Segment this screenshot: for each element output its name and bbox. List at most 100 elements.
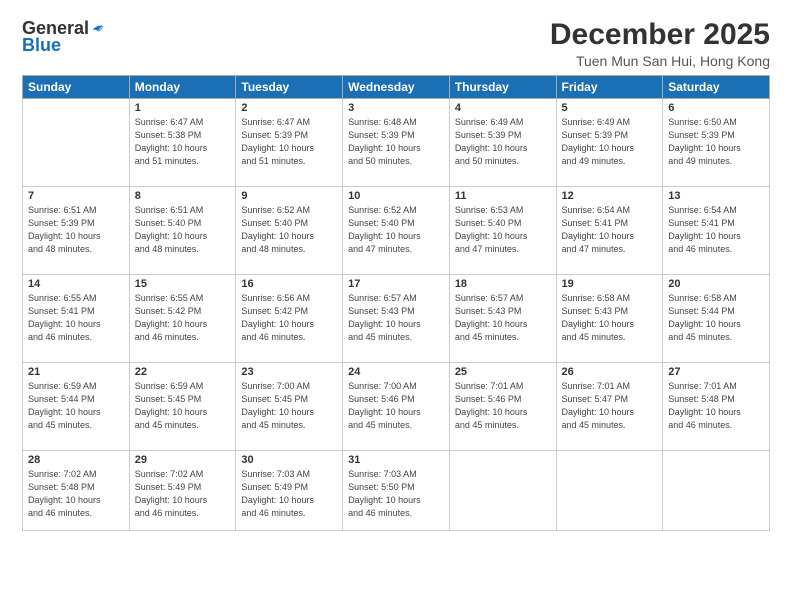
daylight-text-2: and 46 minutes. [241, 331, 337, 344]
day-info: Sunrise: 6:53 AMSunset: 5:40 PMDaylight:… [455, 204, 551, 256]
sunset-text: Sunset: 5:39 PM [348, 129, 444, 142]
table-row: 18 Sunrise: 6:57 AMSunset: 5:43 PMDayligh… [449, 275, 556, 363]
day-number: 27 [668, 366, 764, 378]
table-row: 29Sunrise: 7:02 AMSunset: 5:49 PMDayligh… [129, 451, 236, 531]
sunset-text: Sunset: 5:43 PM [562, 305, 658, 318]
day-info: Sunrise: 6:59 AMSunset: 5:45 PMDaylight:… [135, 380, 231, 432]
day-number: 18 [455, 278, 551, 290]
day-info: Sunrise: 7:03 AMSunset: 5:49 PMDaylight:… [241, 468, 337, 520]
daylight-text: Daylight: 10 hours [668, 230, 764, 243]
day-info: Sunrise: 7:01 AMSunset: 5:47 PMDaylight:… [562, 380, 658, 432]
day-info: Sunrise: 6:57 AMSunset: 5:43 PMDaylight:… [348, 292, 444, 344]
day-number: 26 [562, 366, 658, 378]
sunrise-text: Sunrise: 7:01 AM [562, 380, 658, 393]
daylight-text-2: and 45 minutes. [668, 331, 764, 344]
sunrise-text: Sunrise: 6:51 AM [135, 204, 231, 217]
sunrise-text: Sunrise: 6:47 AM [135, 116, 231, 129]
day-info: Sunrise: 6:55 AMSunset: 5:42 PMDaylight:… [135, 292, 231, 344]
sunrise-text: Sunrise: 6:55 AM [135, 292, 231, 305]
daylight-text: Daylight: 10 hours [455, 406, 551, 419]
table-row: 4Sunrise: 6:49 AMSunset: 5:39 PMDaylight… [449, 99, 556, 187]
sunset-text: Sunset: 5:39 PM [28, 217, 124, 230]
table-row: 19Sunrise: 6:58 AMSunset: 5:43 PMDayligh… [556, 275, 663, 363]
day-number: 6 [668, 102, 764, 114]
daylight-text: Daylight: 10 hours [562, 142, 658, 155]
daylight-text: Daylight: 10 hours [348, 318, 444, 331]
daylight-text: Daylight: 10 hours [28, 230, 124, 243]
sunrise-text: Sunrise: 7:03 AM [348, 468, 444, 481]
daylight-text-2: and 45 minutes. [28, 419, 124, 432]
day-number: 7 [28, 190, 124, 202]
daylight-text: Daylight: 10 hours [668, 318, 764, 331]
sunrise-text: Sunrise: 7:02 AM [28, 468, 124, 481]
calendar-header-row: Sunday Monday Tuesday Wednesday Thursday… [23, 76, 770, 99]
day-number: 5 [562, 102, 658, 114]
sunrise-text: Sunrise: 6:59 AM [28, 380, 124, 393]
day-info: Sunrise: 6:57 AMSunset: 5:43 PMDaylight:… [455, 292, 551, 344]
table-row: 30 Sunrise: 7:03 AMSunset: 5:49 PMDayligh… [236, 451, 343, 531]
day-number: 9 [241, 190, 337, 202]
daylight-text-2: and 45 minutes. [455, 419, 551, 432]
sunrise-text: Sunrise: 6:47 AM [241, 116, 337, 129]
daylight-text-2: and 49 minutes. [562, 155, 658, 168]
day-info: Sunrise: 7:01 AMSunset: 5:46 PMDaylight:… [455, 380, 551, 432]
daylight-text-2: and 47 minutes. [562, 243, 658, 256]
day-info: Sunrise: 6:54 AMSunset: 5:41 PMDaylight:… [668, 204, 764, 256]
day-number: 23 [241, 366, 337, 378]
day-number: 24 [348, 366, 444, 378]
day-number: 20 [668, 278, 764, 290]
location-title: Tuen Mun San Hui, Hong Kong [550, 53, 770, 69]
header-thursday: Thursday [449, 76, 556, 99]
table-row [663, 451, 770, 531]
daylight-text: Daylight: 10 hours [241, 318, 337, 331]
daylight-text: Daylight: 10 hours [348, 230, 444, 243]
day-info: Sunrise: 7:02 AMSunset: 5:48 PMDaylight:… [28, 468, 124, 520]
table-row: 8Sunrise: 6:51 AMSunset: 5:40 PMDaylight… [129, 187, 236, 275]
table-row: 7Sunrise: 6:51 AMSunset: 5:39 PMDaylight… [23, 187, 130, 275]
sunrise-text: Sunrise: 6:52 AM [241, 204, 337, 217]
table-row: 27 Sunrise: 7:01 AMSunset: 5:48 PMDayligh… [663, 363, 770, 451]
sunset-text: Sunset: 5:44 PM [668, 305, 764, 318]
daylight-text-2: and 51 minutes. [135, 155, 231, 168]
day-info: Sunrise: 6:52 AMSunset: 5:40 PMDaylight:… [241, 204, 337, 256]
sunset-text: Sunset: 5:45 PM [135, 393, 231, 406]
day-number: 17 [348, 278, 444, 290]
sunset-text: Sunset: 5:39 PM [455, 129, 551, 142]
header: General Blue December 2025 Tuen Mun San … [22, 18, 770, 69]
sunset-text: Sunset: 5:40 PM [135, 217, 231, 230]
day-number: 3 [348, 102, 444, 114]
day-number: 30 [241, 454, 337, 466]
table-row [556, 451, 663, 531]
daylight-text: Daylight: 10 hours [668, 142, 764, 155]
table-row [23, 99, 130, 187]
table-row: 16Sunrise: 6:56 AMSunset: 5:42 PMDayligh… [236, 275, 343, 363]
day-number: 8 [135, 190, 231, 202]
daylight-text: Daylight: 10 hours [28, 318, 124, 331]
sunset-text: Sunset: 5:42 PM [135, 305, 231, 318]
daylight-text: Daylight: 10 hours [455, 318, 551, 331]
daylight-text: Daylight: 10 hours [348, 494, 444, 507]
daylight-text-2: and 45 minutes. [135, 419, 231, 432]
day-number: 28 [28, 454, 124, 466]
daylight-text: Daylight: 10 hours [562, 230, 658, 243]
day-info: Sunrise: 7:01 AMSunset: 5:48 PMDaylight:… [668, 380, 764, 432]
daylight-text-2: and 50 minutes. [455, 155, 551, 168]
day-number: 25 [455, 366, 551, 378]
daylight-text-2: and 48 minutes. [241, 243, 337, 256]
table-row: 17 Sunrise: 6:57 AMSunset: 5:43 PMDayligh… [343, 275, 450, 363]
daylight-text-2: and 51 minutes. [241, 155, 337, 168]
daylight-text: Daylight: 10 hours [135, 406, 231, 419]
header-wednesday: Wednesday [343, 76, 450, 99]
sunset-text: Sunset: 5:41 PM [562, 217, 658, 230]
daylight-text: Daylight: 10 hours [455, 142, 551, 155]
day-info: Sunrise: 7:00 AMSunset: 5:45 PMDaylight:… [241, 380, 337, 432]
daylight-text-2: and 48 minutes. [28, 243, 124, 256]
daylight-text-2: and 46 minutes. [348, 507, 444, 520]
sunrise-text: Sunrise: 6:59 AM [135, 380, 231, 393]
page: General Blue December 2025 Tuen Mun San … [0, 0, 792, 612]
sunset-text: Sunset: 5:40 PM [455, 217, 551, 230]
day-number: 13 [668, 190, 764, 202]
sunset-text: Sunset: 5:50 PM [348, 481, 444, 494]
daylight-text: Daylight: 10 hours [135, 142, 231, 155]
sunrise-text: Sunrise: 6:54 AM [562, 204, 658, 217]
